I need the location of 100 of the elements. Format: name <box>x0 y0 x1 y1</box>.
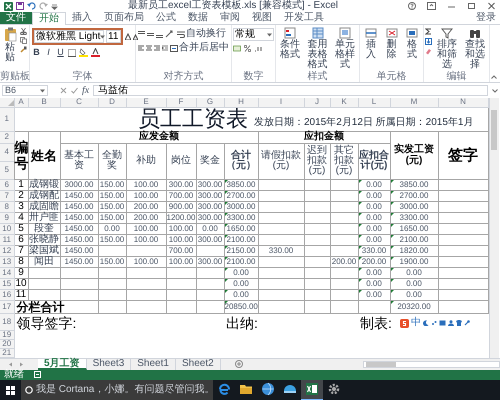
find-select-button[interactable]: 查找和选择 <box>462 27 488 71</box>
align-right-icon[interactable] <box>154 45 160 51</box>
ribbon-tab[interactable]: 审阅 <box>214 12 246 24</box>
align-center-icon[interactable] <box>146 45 152 51</box>
maximize-icon[interactable] <box>467 2 476 10</box>
table-cell: 100.00 <box>126 179 166 190</box>
customize-icon[interactable] <box>51 2 58 10</box>
format-toggle[interactable]: B <box>32 48 41 57</box>
currency-icon[interactable] <box>233 45 241 52</box>
fill-icon[interactable] <box>425 38 432 45</box>
align-icon[interactable] <box>147 30 154 38</box>
person-icon[interactable] <box>448 320 454 326</box>
undo-icon[interactable] <box>27 2 36 10</box>
caret-icon[interactable] <box>100 34 106 38</box>
expand-formula-icon[interactable] <box>492 88 498 92</box>
format-button[interactable]: 格式 <box>402 27 422 71</box>
ribbon-display-icon[interactable] <box>427 2 436 10</box>
enter-icon[interactable] <box>71 87 78 94</box>
column-header[interactable]: B <box>28 98 60 107</box>
ribbon-tab[interactable]: 公式 <box>150 12 182 24</box>
indent-icon[interactable] <box>162 45 168 51</box>
column-header[interactable]: G <box>196 98 224 107</box>
column-header[interactable]: M <box>390 98 438 107</box>
add-sheet-icon[interactable] <box>234 360 243 368</box>
punctuation-icon[interactable] <box>430 320 437 326</box>
border-icon[interactable] <box>68 48 76 56</box>
copy-icon[interactable] <box>20 37 27 44</box>
insert-function-label[interactable]: fx <box>82 86 90 96</box>
font-size-field[interactable]: 11 <box>106 30 121 43</box>
wrench-icon[interactable] <box>464 320 470 326</box>
moon-icon[interactable] <box>422 320 429 326</box>
column-header[interactable]: E <box>126 98 166 107</box>
column-header[interactable]: N <box>438 98 488 107</box>
decimal-icon[interactable] <box>254 45 263 52</box>
search-field[interactable]: 我是 Cortana，小娜。有问题尽管问我。 <box>21 380 213 400</box>
close-icon[interactable] <box>487 2 496 10</box>
cell-styles-button[interactable]: 单元格样式 <box>332 27 358 71</box>
increase-size-icon[interactable] <box>125 33 131 40</box>
name-box[interactable]: B6 <box>2 85 48 96</box>
sort-filter-button[interactable]: 排序和筛选 <box>434 27 460 71</box>
column-header[interactable]: H <box>224 98 258 107</box>
eraser-icon[interactable] <box>425 48 432 55</box>
column-header[interactable]: D <box>98 98 126 107</box>
column-header[interactable]: F <box>166 98 196 107</box>
brush-icon[interactable] <box>20 46 27 53</box>
merge-center-button[interactable]: 合并后居中 <box>170 43 229 53</box>
column-header[interactable]: K <box>330 98 358 107</box>
collapse-ribbon-icon[interactable] <box>491 75 497 79</box>
column-header[interactable]: C <box>60 98 98 107</box>
shirt-icon[interactable] <box>456 320 462 326</box>
sum-icon[interactable] <box>425 28 432 35</box>
wrap-text-button[interactable]: 自动换行 <box>177 29 226 39</box>
font-color-icon[interactable] <box>91 48 100 57</box>
horizontal-scrollbar[interactable] <box>362 360 500 368</box>
font-name-field[interactable]: 微软雅黑 Light <box>34 30 104 43</box>
save-icon[interactable] <box>16 2 24 10</box>
percent-icon[interactable] <box>244 45 251 52</box>
fill-color-icon[interactable] <box>79 48 88 57</box>
table-cell: 150.00 <box>98 190 126 201</box>
ribbon-tab[interactable]: 插入 <box>66 12 98 24</box>
keyboard-icon[interactable] <box>438 320 446 326</box>
paste-button[interactable]: 粘贴 <box>1 27 19 71</box>
sheet-tab[interactable]: 5月工资 <box>38 358 87 370</box>
column-header[interactable]: J <box>304 98 330 107</box>
column-header[interactable]: A <box>14 98 28 107</box>
ribbon-tab[interactable]: 数据 <box>182 12 214 24</box>
cut-icon[interactable] <box>20 28 27 35</box>
column-header[interactable]: I <box>258 98 304 107</box>
align-left-icon[interactable] <box>138 45 144 51</box>
help-icon[interactable] <box>408 2 416 10</box>
text-angle-icon[interactable] <box>165 30 173 38</box>
column-header[interactable]: L <box>358 98 390 107</box>
ribbon-tab[interactable]: 开发工具 <box>278 12 330 24</box>
delete-button[interactable]: 删除 <box>382 27 402 71</box>
caret-icon[interactable] <box>40 88 45 92</box>
ribbon-tab[interactable]: 开始 <box>32 12 66 25</box>
taskbar-app[interactable] <box>301 380 323 400</box>
vertical-scrollbar[interactable] <box>488 98 498 358</box>
windows-logo-icon[interactable] <box>6 386 15 394</box>
table-format-button[interactable]: 套用表格格式 <box>304 27 330 71</box>
formula-field[interactable]: 马益佑 <box>93 85 488 96</box>
format-toggle[interactable]: I <box>44 48 53 57</box>
format-toggle[interactable]: U <box>56 48 65 57</box>
decrease-size-icon[interactable] <box>133 34 138 40</box>
ribbon-tab[interactable]: 视图 <box>246 12 278 24</box>
scroll-thumb[interactable] <box>366 362 396 366</box>
ribbon-tab[interactable]: 文件 <box>0 12 32 24</box>
conditional-formatting-button[interactable]: 条件格式 <box>277 27 303 71</box>
table-cell: 0.00 <box>358 223 390 234</box>
scroll-thumb[interactable] <box>491 110 497 150</box>
table-header: 姓名 <box>28 131 60 179</box>
ime-mode-label[interactable]: 中 <box>410 318 421 328</box>
ribbon-tab[interactable]: 页面布局 <box>98 12 150 24</box>
insert-button[interactable]: 插入 <box>361 27 381 71</box>
number-format-field[interactable]: 常规 <box>233 28 274 41</box>
macro-record-icon[interactable] <box>34 371 41 378</box>
cancel-icon[interactable] <box>60 87 67 94</box>
table-cell: 300.00 <box>166 179 196 190</box>
sign-in-link[interactable]: 登录 <box>472 13 500 23</box>
caret-icon[interactable] <box>267 32 272 36</box>
